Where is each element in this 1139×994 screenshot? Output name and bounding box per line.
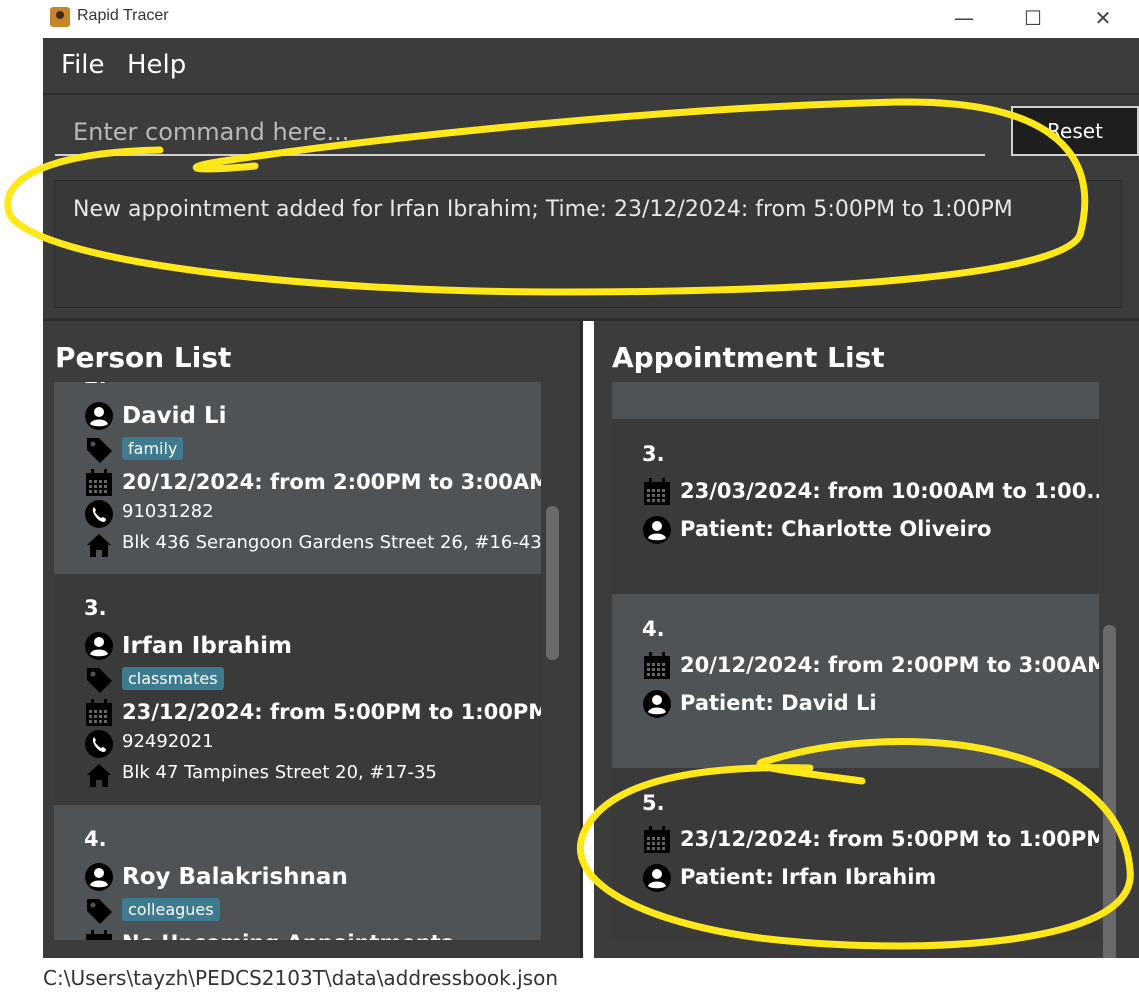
result-display: New appointment added for Irfan Ibrahim;…: [54, 180, 1122, 308]
person-icon: [84, 631, 114, 661]
appointment-patient: Patient: Irfan Ibrahim: [680, 865, 937, 889]
person-tag: classmates: [122, 667, 224, 690]
appointment-index: 3.: [642, 442, 665, 466]
calendar-icon: [642, 651, 672, 681]
result-message: New appointment added for Irfan Ibrahim;…: [73, 197, 1013, 222]
person-index: 4.: [84, 827, 107, 851]
appointment-patient: Patient: Charlotte Oliveiro: [680, 517, 992, 541]
person-list-title: Person List: [55, 341, 232, 374]
home-icon: [84, 760, 114, 790]
status-bar: C:\Users\tayzh\PEDCS2103T\data\addressbo…: [43, 958, 1139, 994]
menu-help[interactable]: Help: [127, 50, 186, 80]
tag-icon: [84, 435, 114, 465]
appointment-index: 5.: [642, 791, 665, 815]
person-address: Blk 47 Tampines Street 20, #17-35: [122, 762, 437, 783]
appointment-card[interactable]: 5. 23/12/2024: from 5:00PM to 1:00PM Pat…: [612, 768, 1099, 940]
person-appointment: 23/12/2024: from 5:00PM to 1:00PM: [122, 700, 541, 724]
phone-icon: [84, 729, 114, 759]
person-name: Irfan Ibrahim: [122, 633, 292, 659]
person-card[interactable]: 2. David Li family 20/12/2024: from 2:00…: [54, 382, 541, 574]
person-icon: [84, 862, 114, 892]
calendar-icon: [84, 468, 114, 498]
person-icon: [642, 863, 672, 893]
appointment-time: 23/03/2024: from 10:00AM to 1:00...: [680, 479, 1099, 503]
command-input[interactable]: [55, 110, 985, 156]
phone-icon: [84, 499, 114, 529]
menu-file[interactable]: File: [61, 50, 105, 80]
person-phone: 91031282: [122, 501, 214, 522]
calendar-icon: [642, 477, 672, 507]
window-titlebar: Rapid Tracer — ☐ ✕: [0, 0, 1139, 38]
person-list[interactable]: 2. David Li family 20/12/2024: from 2:00…: [54, 382, 541, 940]
appointment-patient: Patient: David Li: [680, 691, 877, 715]
person-index: 3.: [84, 596, 107, 620]
appointment-list-title: Appointment List: [612, 341, 885, 374]
window-title: Rapid Tracer: [77, 7, 169, 24]
appointment-card[interactable]: 4. 20/12/2024: from 2:00PM to 3:00AM Pat…: [612, 594, 1099, 768]
appointment-card[interactable]: [612, 382, 1099, 419]
person-list-scrollbar[interactable]: [546, 506, 559, 660]
appointment-time: 23/12/2024: from 5:00PM to 1:00PM: [680, 827, 1099, 851]
person-card[interactable]: 4. Roy Balakrishnan colleagues No Upcomi…: [54, 805, 541, 940]
person-icon: [642, 515, 672, 545]
appointment-time: 20/12/2024: from 2:00PM to 3:00AM: [680, 653, 1099, 677]
person-icon: [84, 401, 114, 431]
person-name: Roy Balakrishnan: [122, 864, 348, 890]
tag-icon: [84, 665, 114, 695]
home-icon: [84, 530, 114, 560]
appointment-list-scrollbar[interactable]: [1103, 625, 1116, 973]
app-icon: [50, 7, 70, 27]
appointment-card[interactable]: 3. 23/03/2024: from 10:00AM to 1:00... P…: [612, 419, 1099, 594]
close-button[interactable]: ✕: [1083, 4, 1123, 32]
person-appointment: 20/12/2024: from 2:00PM to 3:00AM: [122, 470, 541, 494]
person-phone: 92492021: [122, 731, 214, 752]
person-icon: [642, 689, 672, 719]
appointment-list-pane: Appointment List 3. 23/03/2024: from 10:…: [594, 321, 1139, 973]
person-tag: family: [122, 437, 184, 460]
calendar-icon: [642, 825, 672, 855]
appointment-list[interactable]: 3. 23/03/2024: from 10:00AM to 1:00... P…: [612, 382, 1099, 940]
person-name: David Li: [122, 403, 227, 429]
minimize-button[interactable]: —: [944, 4, 984, 32]
appointment-index: 4.: [642, 617, 665, 641]
calendar-icon: [84, 929, 114, 940]
person-tag: colleagues: [122, 898, 220, 921]
person-index: 2.: [84, 382, 107, 388]
menu-bar: File Help: [43, 38, 1139, 95]
file-path: C:\Users\tayzh\PEDCS2103T\data\addressbo…: [43, 966, 558, 990]
tag-icon: [84, 896, 114, 926]
reset-button[interactable]: Reset: [1011, 106, 1139, 156]
pane-divider[interactable]: [580, 321, 594, 958]
person-appointment: No Upcoming Appointments: [122, 931, 453, 940]
app-window: File Help Reset New appointment added fo…: [43, 38, 1139, 973]
maximize-button[interactable]: ☐: [1013, 4, 1053, 32]
calendar-icon: [84, 698, 114, 728]
person-list-pane: Person List 2. David Li family 20/12/202…: [43, 321, 579, 958]
person-card[interactable]: 3. Irfan Ibrahim classmates 23/12/2024: …: [54, 574, 541, 805]
person-address: Blk 436 Serangoon Gardens Street 26, #16…: [122, 532, 541, 553]
